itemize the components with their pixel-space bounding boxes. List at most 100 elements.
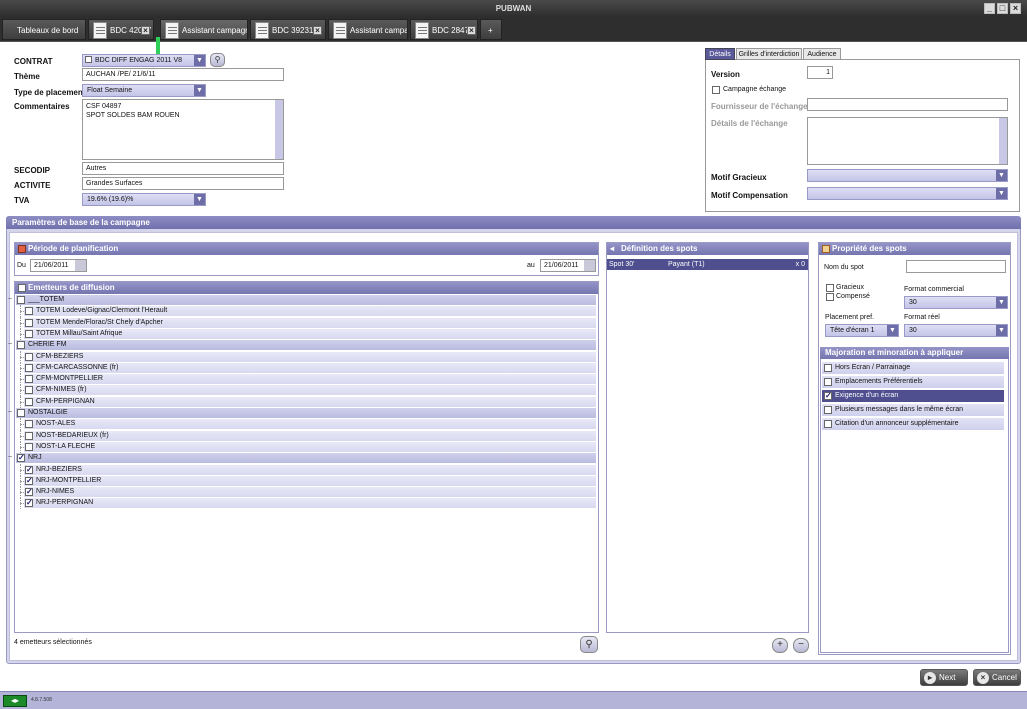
tab-tableaux-de-bord[interactable]: Tableaux de bord	[2, 19, 86, 40]
au-date-input[interactable]: 21/06/2011	[540, 259, 596, 272]
motif-gracieux-select[interactable]: ▼	[807, 169, 1008, 182]
emetteur-checkbox[interactable]	[25, 363, 33, 372]
next-button[interactable]: ▸ Next	[920, 669, 968, 686]
emetteur-checkbox[interactable]	[25, 375, 33, 384]
tab-assistant-campagne[interactable]: Assistant campagne	[160, 19, 248, 40]
majoration-checkbox[interactable]	[824, 378, 832, 386]
emetteur-checkbox[interactable]	[25, 329, 33, 338]
tree-item-row[interactable]: ✓ NRJ-MONTPELLIER	[24, 475, 596, 486]
emetteur-checkbox[interactable]: ✓	[25, 488, 33, 497]
format-commercial-select[interactable]: 30 ▼	[904, 296, 1008, 309]
calendar-picker-icon[interactable]	[584, 260, 595, 271]
tab-bdc-39231[interactable]: BDC 39231 ×	[250, 19, 326, 40]
format-reel-select[interactable]: 30 ▼	[904, 324, 1008, 337]
tab-audience[interactable]: Audience	[803, 48, 841, 60]
tree-group-row[interactable]: CHERIE FM	[16, 340, 596, 351]
tree-item-row[interactable]: TOTEM Lodeve/Gignac/Clermont l'Herault	[24, 306, 596, 317]
emetteur-checkbox[interactable]	[25, 386, 33, 395]
tree-group-row[interactable]: NOSTALGIE	[16, 408, 596, 418]
tree-item-row[interactable]: CFM-MONTPELLIER	[24, 374, 596, 385]
tree-item-row[interactable]: NOST-BEDARIEUX (fr)	[24, 430, 596, 441]
majoration-item[interactable]: Emplacements Préférentiels	[822, 376, 1004, 388]
calendar-picker-icon[interactable]	[75, 260, 86, 271]
tree-item-row[interactable]: CFM-BEZIERS	[24, 351, 596, 362]
emetteur-checkbox[interactable]: ✓	[17, 454, 25, 463]
remove-spot-button[interactable]: −	[793, 638, 809, 653]
emetteur-checkbox[interactable]	[17, 409, 25, 417]
tree-item-row[interactable]: TOTEM Millau/Saint Afrique	[24, 328, 596, 339]
commentaires-textarea[interactable]: CSF 04897 SPOT SOLDES BAM ROUEN	[82, 99, 284, 160]
compense-checkbox[interactable]	[826, 293, 834, 301]
collapse-icon[interactable]: −	[6, 407, 14, 416]
secodip-input[interactable]: Autres	[82, 162, 284, 175]
activite-input[interactable]: Grandes Surfaces	[82, 177, 284, 190]
collapse-icon[interactable]: −	[6, 452, 14, 461]
nom-spot-input[interactable]	[906, 260, 1006, 273]
emetteur-checkbox[interactable]	[25, 318, 33, 327]
majoration-checkbox[interactable]	[824, 420, 832, 428]
tree-item-row[interactable]: ✓ NRJ-NIMES	[24, 487, 596, 498]
emetteur-checkbox[interactable]: ✓	[25, 499, 33, 508]
tree-item-row[interactable]: CFM-CARCASSONNE (fr)	[24, 362, 596, 373]
tree-item-row[interactable]: CFM-PERPIGNAN	[24, 396, 596, 407]
majoration-checkbox[interactable]	[824, 406, 832, 414]
majoration-item[interactable]: Citation d'un annonceur supplémentaire	[822, 418, 1004, 430]
majoration-item[interactable]: ✓ Exigence d'un écran	[822, 390, 1004, 402]
tab-grilles-interdiction[interactable]: Grilles d'interdiction	[736, 48, 802, 60]
emetteur-checkbox[interactable]: ✓	[25, 465, 33, 474]
tree-item-row[interactable]: NOST-ALES	[24, 419, 596, 430]
campagne-echange-checkbox[interactable]	[712, 86, 720, 94]
majoration-item[interactable]: Hors Ecran / Parrainage	[822, 362, 1004, 374]
tree-group-row[interactable]: ___TOTEM	[16, 295, 596, 305]
motif-compensation-select[interactable]: ▼	[807, 187, 1008, 200]
tree-item-row[interactable]: ✓ NRJ-PERPIGNAN	[24, 498, 596, 509]
details-echange-textarea[interactable]	[807, 117, 1008, 165]
tree-item-row[interactable]: NOST-LA FLECHE	[24, 441, 596, 452]
emetteur-checkbox[interactable]	[17, 341, 25, 350]
details-scrollbar[interactable]	[999, 118, 1007, 164]
du-date-input[interactable]: 21/06/2011	[30, 259, 87, 272]
collapse-icon[interactable]: −	[6, 294, 14, 303]
gracieux-checkbox[interactable]	[826, 284, 834, 292]
contrat-select[interactable]: BDC DIFF ENGAG 2011 V8 ▼	[82, 54, 206, 67]
contrat-search-button[interactable]: ⚲	[210, 53, 225, 67]
emetteur-checkbox[interactable]	[25, 352, 33, 361]
emetteur-checkbox[interactable]	[25, 397, 33, 406]
fournisseur-input[interactable]	[807, 98, 1008, 111]
emetteur-checkbox[interactable]	[25, 420, 33, 429]
tva-select[interactable]: 19.6% (19.6)% ▼	[82, 193, 206, 206]
tab-details[interactable]: Détails	[705, 48, 735, 60]
close-icon[interactable]: ×	[1010, 3, 1021, 14]
type-placement-select[interactable]: Float Semaine ▼	[82, 84, 206, 97]
majoration-checkbox[interactable]: ✓	[824, 392, 832, 400]
emetteur-checkbox[interactable]: ✓	[25, 476, 33, 485]
majoration-checkbox[interactable]	[824, 364, 832, 372]
tab-bdc-28475[interactable]: BDC 28475 ×	[410, 19, 478, 40]
theme-input[interactable]: AUCHAN /PE/ 21/6/11	[82, 68, 284, 81]
tab-assistant-campagne-2[interactable]: Assistant campagne	[328, 19, 408, 40]
maximize-icon[interactable]: □	[997, 3, 1008, 14]
add-spot-button[interactable]: +	[772, 638, 788, 653]
tree-item-row[interactable]: CFM-NIMES (fr)	[24, 385, 596, 396]
majoration-item[interactable]: Plusieurs messages dans le même écran	[822, 404, 1004, 416]
spot-row[interactable]: Spot 30' Payant (T1) x 0	[607, 259, 808, 270]
cancel-button[interactable]: × Cancel	[973, 669, 1021, 686]
emetteur-checkbox[interactable]	[25, 442, 33, 451]
comments-scrollbar[interactable]	[275, 100, 283, 159]
version-input[interactable]: 1	[807, 66, 833, 79]
new-tab-button[interactable]: +	[480, 19, 502, 40]
tab-close-icon[interactable]: ×	[313, 26, 322, 35]
search-emetteurs-button[interactable]: ⚲	[580, 636, 598, 653]
tree-group-row[interactable]: ✓ NRJ	[16, 453, 596, 464]
tab-close-icon[interactable]: ×	[141, 26, 150, 35]
emetteur-checkbox[interactable]	[25, 431, 33, 440]
tab-close-icon[interactable]: ×	[467, 26, 476, 35]
placement-pref-select[interactable]: Tête d'écran 1 ▼	[825, 324, 899, 337]
minimize-icon[interactable]: _	[984, 3, 995, 14]
tab-bdc-42057[interactable]: BDC 42057 ×	[88, 19, 154, 40]
tree-item-row[interactable]: TOTEM Mende/Florac/St Chely d'Apcher	[24, 317, 596, 328]
emetteur-checkbox[interactable]	[25, 307, 33, 316]
collapse-icon[interactable]: −	[6, 339, 14, 348]
emetteur-checkbox[interactable]	[17, 296, 25, 304]
tree-item-row[interactable]: ✓ NRJ-BEZIERS	[24, 464, 596, 475]
